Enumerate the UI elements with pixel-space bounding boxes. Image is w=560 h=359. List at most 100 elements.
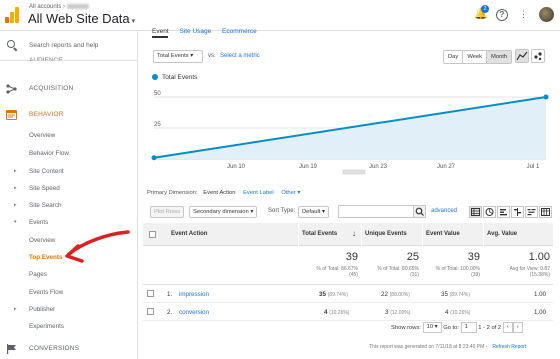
sidebar-item-events-overview[interactable]: Overview (29, 237, 55, 244)
totals-row: 39 % of Total: 86.67% (45) 25 % of Total:… (143, 247, 553, 285)
plot-rows-button[interactable]: Plot Rows (150, 206, 185, 218)
analytics-logo-icon[interactable] (5, 7, 21, 23)
event-action-link[interactable]: impression (179, 291, 209, 298)
sidebar-item-acquisition[interactable]: ACQUISITION (0, 79, 137, 99)
sidebar-item-behavior-flow[interactable]: Behavior Flow (29, 150, 69, 157)
avatar[interactable] (539, 7, 554, 22)
table-view-icon (471, 208, 480, 216)
header-unique-events[interactable]: Unique Events (362, 223, 422, 246)
sort-desc-icon: ↓ (352, 229, 356, 238)
line-chart-button[interactable] (515, 49, 529, 63)
pivot-view-button[interactable] (539, 206, 552, 218)
select-metric-link[interactable]: Select a metric (220, 53, 260, 59)
sort-type-label: Sort Type: (268, 208, 296, 214)
day-button[interactable]: Day (444, 51, 464, 63)
unique-events-value: 22 (381, 291, 388, 298)
header-label: Event Action (171, 231, 208, 237)
tab-event[interactable]: Event (152, 28, 169, 35)
header-avg-value[interactable]: Avg. Value (484, 223, 553, 246)
tab-ecommerce[interactable]: Ecommerce (222, 28, 257, 35)
sidebar-item-overview[interactable]: Overview (29, 132, 55, 139)
help-icon[interactable]: ? (496, 8, 508, 21)
sidebar-item-experiments[interactable]: Experiments (29, 323, 64, 330)
sidebar-item-events-flow[interactable]: Events Flow (29, 289, 63, 296)
header-event-action[interactable]: Event Action (163, 223, 298, 246)
section-label: ACQUISITION (29, 85, 74, 92)
sidebar-item-pages[interactable]: Pages (29, 271, 47, 278)
show-rows-select[interactable]: 10 ▾ (422, 322, 442, 333)
primary-dimension-current[interactable]: Event Action (203, 190, 235, 196)
next-page-button[interactable]: › (512, 322, 523, 333)
row-index: 1. (167, 291, 173, 298)
caret-down-icon: ▾ (190, 53, 194, 59)
select-all-checkbox[interactable] (149, 231, 156, 238)
breadcrumb[interactable]: All accounts › (29, 4, 89, 10)
sort-type-select[interactable]: Default ▾ (298, 206, 329, 218)
table-toolbar: Plot Rows Secondary dimension ▾ Sort Typ… (143, 203, 553, 221)
dimension-other[interactable]: Other ▾ (281, 190, 300, 196)
data-view-button[interactable] (469, 206, 482, 218)
bell-icon[interactable]: 🔔 2 (474, 5, 489, 21)
sidebar-item-conversions[interactable]: CONVERSIONS (0, 339, 137, 359)
sidebar-item-site-speed[interactable]: Site Speed (29, 185, 60, 192)
total-events-total: 39 (345, 251, 358, 263)
dimension-event-label[interactable]: Event Label (243, 190, 274, 196)
x-tick-label: Jun 10 (227, 164, 246, 170)
legend-label: Total Events (162, 74, 198, 81)
avg-value-share: Avg for View: 0.87 (15.38%) (484, 266, 550, 278)
data-point (151, 155, 157, 161)
unique-events-pct: (88.00%) (389, 292, 410, 298)
month-button[interactable]: Month (487, 51, 512, 63)
motion-chart-button[interactable] (531, 49, 545, 63)
unique-events-pct: (12.00%) (390, 310, 411, 316)
row-checkbox[interactable] (147, 290, 154, 297)
refresh-report-link[interactable]: Refresh Report (492, 344, 526, 350)
header-event-value[interactable]: Event Value (423, 223, 483, 246)
x-tick-label: Jun 19 (299, 164, 318, 170)
row-checkbox[interactable] (147, 308, 154, 315)
comparison-view-icon (514, 208, 521, 216)
metric-select[interactable]: Total Events ▾ (153, 50, 203, 63)
sidebar-item-site-search[interactable]: Site Search (29, 202, 62, 209)
event-value-pct: (10.26%) (450, 310, 471, 316)
percentage-view-button[interactable] (483, 206, 496, 218)
search-input[interactable]: Search reports and help (29, 42, 98, 49)
secondary-dimension-label: Secondary dimension (193, 209, 249, 215)
sidebar-item-publisher[interactable]: Publisher (29, 306, 55, 313)
header-total-events[interactable]: Total Events ↓ (299, 223, 361, 246)
performance-view-button[interactable] (497, 206, 510, 218)
flag-icon (7, 344, 16, 354)
event-action-link[interactable]: conversion (179, 309, 209, 316)
sort-type-value: Default (302, 209, 321, 215)
sidebar-item-behavior[interactable]: BEHAVIOR (0, 105, 137, 125)
generated-note: This report was generated on 7/11/18 at … (369, 344, 488, 350)
table-search-button[interactable] (413, 205, 426, 218)
sidebar-item-top-events[interactable]: Top Events (29, 254, 62, 261)
active-tab-indicator (152, 36, 168, 38)
week-button[interactable]: Week (463, 51, 488, 63)
pagination: Show rows: 10 ▾ Go to: 1 1 - 2 of 2 ‹ › (391, 322, 523, 333)
x-tick-label: Jun 23 (369, 164, 388, 170)
sidebar-search[interactable]: Search reports and help (0, 31, 137, 61)
sidebar-item-events[interactable]: Events (29, 219, 48, 226)
term-cloud-view-button[interactable] (525, 206, 538, 218)
report-footer: This report was generated on 7/11/18 at … (369, 344, 526, 350)
table-search-input[interactable] (338, 205, 414, 218)
apps-grid-icon[interactable]: ⋮ (517, 8, 530, 21)
chart-resize-handle (342, 169, 366, 175)
goto-input[interactable]: 1 (460, 322, 477, 333)
total-events-pct: (89.74%) (327, 292, 348, 298)
overview-chart[interactable]: 50 25 Jun 10 Jun 19 Jun 23 Jun 27 Jul 1 (148, 85, 558, 175)
primary-dimension-bar: Primary Dimension: Event Action Event La… (147, 190, 300, 196)
total-events-value: 4 (324, 309, 328, 316)
tab-site-usage[interactable]: Site Usage (179, 28, 211, 35)
account-selector[interactable]: All Web Site Data ▾ (28, 11, 135, 26)
page-range: 1 - 2 of 2 (478, 325, 502, 332)
secondary-dimension-select[interactable]: Secondary dimension ▾ (189, 206, 258, 218)
event-value-share: % of Total: 100.00% (39) (423, 266, 480, 278)
prev-page-button[interactable]: ‹ (502, 322, 513, 333)
comparison-view-button[interactable] (511, 206, 524, 218)
sidebar-item-site-content[interactable]: Site Content (29, 168, 64, 175)
advanced-filter-link[interactable]: advanced (431, 208, 457, 214)
legend-dot (152, 74, 158, 81)
